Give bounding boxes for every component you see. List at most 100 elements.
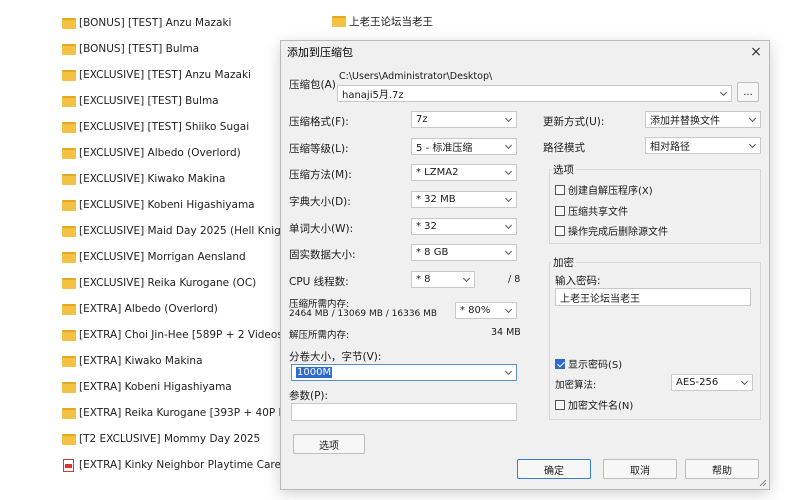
- chevron-down-icon: [505, 248, 513, 256]
- update-label: 更新方式(U):: [543, 116, 605, 128]
- mem-compress-value: 2464 MB / 13069 MB / 16336 MB: [289, 309, 438, 319]
- folder-item[interactable]: [EXCLUSIVE] [TEST] Shiiko Sugai: [62, 114, 302, 140]
- method-label: 压缩方法(M):: [289, 169, 352, 181]
- path-mode-combo[interactable]: 相对路径: [645, 137, 761, 154]
- resize-grip-icon[interactable]: [757, 477, 767, 487]
- help-button[interactable]: 帮助: [685, 459, 759, 479]
- cancel-button[interactable]: 取消: [603, 459, 677, 479]
- params-input[interactable]: [291, 403, 517, 421]
- browse-button[interactable]: ...: [737, 82, 759, 102]
- word-combo[interactable]: * 32: [411, 218, 517, 235]
- folder-icon: [332, 16, 346, 27]
- solid-value: * 8 GB: [416, 247, 449, 258]
- folder-icon: [62, 69, 76, 81]
- folder-item[interactable]: [EXCLUSIVE] Maid Day 2025 (Hell Knight I…: [62, 218, 311, 244]
- encrypt-method-label: 加密算法:: [555, 380, 597, 391]
- format-combo[interactable]: 7z: [411, 111, 517, 128]
- mem-percent-combo[interactable]: * 80%: [455, 302, 517, 319]
- checkbox-checked[interactable]: [555, 358, 565, 369]
- level-combo[interactable]: 5 - 标准压缩: [411, 138, 517, 155]
- chevron-down-icon: [505, 306, 513, 314]
- word-value: * 32: [416, 221, 437, 232]
- chevron-down-icon: [741, 378, 749, 386]
- folder-icon: [62, 199, 76, 211]
- update-combo[interactable]: 添加并替换文件: [645, 111, 761, 128]
- mem-compress-label: 压缩所需内存:: [289, 299, 350, 310]
- file-name: [EXTRA] Kobeni Higashiyama: [79, 381, 232, 393]
- folder-icon: [62, 329, 76, 341]
- dict-label: 字典大小(D):: [289, 196, 351, 208]
- cpu-label: CPU 线程数:: [289, 276, 349, 288]
- file-name: [EXCLUSIVE] [TEST] Bulma: [79, 95, 219, 107]
- archive-name-combo[interactable]: hanaji5月.7z: [337, 85, 732, 102]
- checkbox-box[interactable]: [555, 184, 565, 195]
- folder-item[interactable]: [EXCLUSIVE] Morrigan Aensland: [62, 244, 302, 270]
- folder-item[interactable]: 上老王论坛当老王: [332, 14, 433, 29]
- encryption-group-title: 加密: [551, 255, 576, 270]
- folder-item[interactable]: [BONUS] [TEST] Anzu Mazaki: [62, 10, 302, 36]
- folder-icon: [62, 147, 76, 159]
- chevron-down-icon: [463, 275, 471, 283]
- folder-item[interactable]: [EXCLUSIVE] Kobeni Higashiyama: [62, 192, 302, 218]
- folder-icon: [62, 173, 76, 185]
- folder-item[interactable]: [EXTRA] Albedo (Overlord): [62, 296, 302, 322]
- options-button[interactable]: 选项: [293, 434, 365, 454]
- folder-icon: [62, 43, 76, 55]
- folder-item[interactable]: [EXTRA] Reika Kurogane [393P + 40P Manga: [62, 400, 314, 426]
- file-item[interactable]: [EXTRA] Kinky Neighbor Playtime Care.pdf: [62, 452, 302, 478]
- show-password-label: 显示密码(S): [568, 360, 623, 371]
- word-label: 单词大小(W):: [289, 223, 354, 235]
- folder-item[interactable]: [T2 EXCLUSIVE] Mommy Day 2025: [62, 426, 302, 452]
- folder-item[interactable]: [EXTRA] Choi Jin-Hee [589P + 2 Videos]: [62, 322, 302, 348]
- folder-item[interactable]: [EXCLUSIVE] Reika Kurogane (OC): [62, 270, 302, 296]
- split-combo[interactable]: 1000M: [291, 364, 517, 381]
- folder-item[interactable]: [BONUS] [TEST] Bulma: [62, 36, 302, 62]
- method-value: * LZMA2: [416, 167, 459, 178]
- shared-files-checkbox[interactable]: 压缩共享文件: [555, 203, 628, 218]
- folder-name: 上老王论坛当老王: [349, 16, 433, 28]
- folder-item[interactable]: [EXCLUSIVE] Albedo (Overlord): [62, 140, 302, 166]
- file-name: [EXCLUSIVE] Maid Day 2025 (Hell Knight I…: [79, 225, 312, 237]
- method-combo[interactable]: * LZMA2: [411, 164, 517, 181]
- close-button[interactable]: ×: [747, 43, 765, 61]
- archive-name-value: hanaji5月.7z: [342, 90, 404, 101]
- checkbox-box[interactable]: [555, 225, 565, 236]
- file-name: [EXTRA] Kiwako Makina: [79, 355, 203, 367]
- folder-icon: [62, 121, 76, 133]
- show-password-checkbox[interactable]: 显示密码(S): [555, 356, 622, 371]
- dict-combo[interactable]: * 32 MB: [411, 191, 517, 208]
- chevron-down-icon: [505, 142, 513, 150]
- encrypt-method-combo[interactable]: AES-256: [671, 374, 753, 391]
- sfx-label: 创建自解压程序(X): [568, 186, 653, 197]
- folder-item[interactable]: [EXTRA] Kiwako Makina: [62, 348, 302, 374]
- folder-item[interactable]: [EXCLUSIVE] [TEST] Anzu Mazaki: [62, 62, 302, 88]
- folder-item[interactable]: [EXCLUSIVE] Kiwako Makina: [62, 166, 302, 192]
- folder-icon: [62, 225, 76, 237]
- sfx-checkbox[interactable]: 创建自解压程序(X): [555, 182, 653, 197]
- folder-icon: [62, 303, 76, 315]
- folder-icon: [62, 407, 76, 419]
- update-value: 添加并替换文件: [650, 116, 720, 127]
- folder-item[interactable]: [EXCLUSIVE] [TEST] Bulma: [62, 88, 302, 114]
- checkbox-box[interactable]: [555, 399, 565, 410]
- encrypt-names-checkbox[interactable]: 加密文件名(N): [555, 397, 633, 412]
- checkbox-box[interactable]: [555, 205, 565, 216]
- cpu-combo[interactable]: * 8: [411, 271, 475, 288]
- dialog-title: 添加到压缩包: [281, 41, 769, 63]
- folder-item[interactable]: [EXTRA] Kobeni Higashiyama: [62, 374, 302, 400]
- split-label: 分卷大小，字节(V):: [289, 351, 382, 363]
- chevron-down-icon: [720, 89, 728, 97]
- chevron-down-icon: [505, 168, 513, 176]
- solid-combo[interactable]: * 8 GB: [411, 244, 517, 261]
- mem-decompress-value: 34 MB: [491, 327, 521, 338]
- ok-button[interactable]: 确定: [517, 459, 591, 479]
- file-name: [EXTRA] Albedo (Overlord): [79, 303, 218, 315]
- cpu-value: * 8: [416, 274, 431, 285]
- password-input[interactable]: 上老王论坛当老王: [555, 288, 751, 306]
- password-label: 输入密码:: [555, 275, 601, 287]
- folder-icon: [62, 277, 76, 289]
- add-to-archive-dialog: 添加到压缩包 × 压缩包(A) C:\Users\Administrator\D…: [280, 40, 770, 490]
- folder-icon: [62, 17, 76, 29]
- delete-source-checkbox[interactable]: 操作完成后删除源文件: [555, 223, 668, 238]
- folder-icon: [62, 381, 76, 393]
